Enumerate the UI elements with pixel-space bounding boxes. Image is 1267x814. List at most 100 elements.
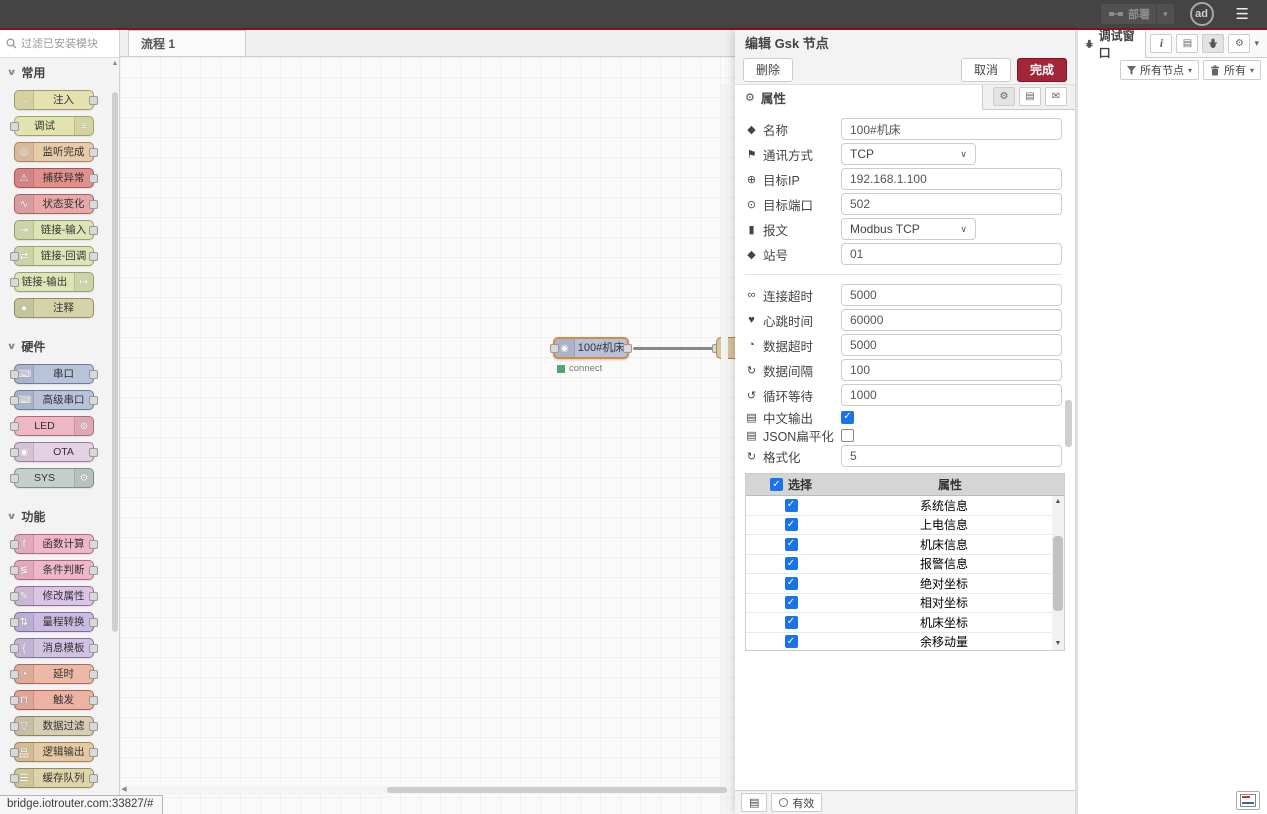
table-row[interactable]: ✓ 绝对坐标 <box>746 574 1052 594</box>
palette-node[interactable]: → 注入 <box>14 90 94 110</box>
node-output-port[interactable] <box>623 344 632 353</box>
palette-node[interactable]: ☰ 缓存队列 <box>14 768 94 788</box>
palette-node[interactable]: ◉ OTA <box>14 442 94 462</box>
palette-node[interactable]: ⇥ 链接-输入 <box>14 220 94 240</box>
palette-node[interactable]: 品 逻辑输出 <box>14 742 94 762</box>
palette-scroll-thumb[interactable] <box>112 92 118 632</box>
tray-scrollbar[interactable] <box>1065 190 1072 750</box>
row-checkbox[interactable]: ✓ <box>785 635 798 648</box>
field-input[interactable] <box>841 118 1062 140</box>
row-checkbox[interactable]: ✓ <box>785 499 798 512</box>
tab-debug[interactable]: 调试窗口 <box>1078 30 1146 58</box>
palette-node[interactable]: ◔ 延时 <box>14 664 94 684</box>
field-checkbox[interactable] <box>841 429 854 442</box>
field-input[interactable] <box>841 334 1062 356</box>
scroll-up-icon[interactable]: ▲ <box>111 60 119 67</box>
palette-node[interactable]: ≶ 条件判断 <box>14 560 94 580</box>
table-scroll-thumb[interactable] <box>1053 536 1063 611</box>
row-checkbox[interactable]: ✓ <box>785 557 798 570</box>
cancel-button[interactable]: 取消 <box>961 58 1011 82</box>
row-checkbox[interactable]: ✓ <box>785 518 798 531</box>
appearance-icon-button[interactable]: ✉ <box>1045 87 1067 106</box>
info-icon-button[interactable]: i <box>1150 34 1172 53</box>
scroll-down-icon[interactable]: ▼ <box>1052 638 1064 650</box>
properties-icon-button[interactable]: ⚙ <box>993 87 1015 106</box>
select-all-checkbox[interactable]: ✓ <box>770 478 783 491</box>
help-icon-button[interactable]: ▤ <box>1176 34 1198 53</box>
palette-node[interactable]: ⊓ 触发 <box>14 690 94 710</box>
done-button[interactable]: 完成 <box>1017 58 1067 82</box>
row-checkbox[interactable]: ✓ <box>785 577 798 590</box>
sidebar-menu-caret[interactable]: ▾ <box>1250 38 1263 49</box>
palette-node[interactable]: ◎ 监听完成 <box>14 142 94 162</box>
wire[interactable] <box>633 347 718 350</box>
palette-node[interactable]: ⚠ 捕获异常 <box>14 168 94 188</box>
toggle-panel-button[interactable] <box>1236 791 1260 810</box>
settings-icon-button[interactable]: ⚙ <box>1228 34 1250 53</box>
tab-flow-1[interactable]: 流程 1 <box>128 30 246 56</box>
palette-node[interactable]: ● 注释 <box>14 298 94 318</box>
delete-button[interactable]: 删除 <box>743 58 793 82</box>
canvas-scroll-thumb[interactable] <box>387 787 727 793</box>
canvas-horizontal-scrollbar[interactable]: ◀ <box>120 786 728 794</box>
palette-node[interactable]: ⚙ SYS <box>14 468 94 488</box>
field-select[interactable]: TCP∨ <box>841 143 976 165</box>
palette-node[interactable]: ⌨ 串口 <box>14 364 94 384</box>
scroll-up-icon[interactable]: ▲ <box>1052 496 1064 508</box>
tab-properties[interactable]: ⚙ 属性 <box>735 85 983 110</box>
palette-node[interactable]: ↦ 链接-输出 <box>14 272 94 292</box>
field-select[interactable]: Modbus TCP∨ <box>841 218 976 240</box>
palette-node[interactable]: ⌨ 高级串口 <box>14 390 94 410</box>
tray-scroll-thumb[interactable] <box>1065 400 1072 447</box>
palette-section-header[interactable]: ∨ 功能 <box>0 504 111 528</box>
table-row[interactable]: ✓ 系统信息 <box>746 496 1052 516</box>
palette-search[interactable] <box>0 30 119 58</box>
table-row[interactable]: ✓ 机床信息 <box>746 535 1052 555</box>
palette-node[interactable]: ∿ 状态变化 <box>14 194 94 214</box>
row-checkbox[interactable]: ✓ <box>785 616 798 629</box>
field-input[interactable] <box>841 193 1062 215</box>
table-row[interactable]: ✓ 相对坐标 <box>746 594 1052 614</box>
row-checkbox[interactable]: ✓ <box>785 596 798 609</box>
field-input[interactable] <box>841 384 1062 406</box>
debug-icon-button[interactable] <box>1202 34 1224 53</box>
flow-node-gsk[interactable]: ◉ 100#机床 <box>553 337 629 359</box>
deploy-options-caret[interactable]: ▾ <box>1156 4 1174 24</box>
node-input-port[interactable] <box>550 344 559 353</box>
deploy-button[interactable]: 部署 ▾ <box>1101 4 1174 24</box>
field-checkbox[interactable]: ✓ <box>841 411 854 424</box>
palette-node[interactable]: f 函数计算 <box>14 534 94 554</box>
palette-node[interactable]: ▽ 数据过滤 <box>14 716 94 736</box>
table-scrollbar[interactable]: ▲ ▼ <box>1052 496 1064 650</box>
scroll-left-icon[interactable]: ◀ <box>120 786 128 794</box>
field-input[interactable] <box>841 284 1062 306</box>
field-input[interactable] <box>841 309 1062 331</box>
palette-node[interactable]: ✎ 修改属性 <box>14 586 94 606</box>
palette-section-header[interactable]: ∨ 常用 <box>0 60 111 84</box>
palette-node[interactable]: ⇅ 量程转换 <box>14 612 94 632</box>
table-row[interactable]: ✓ 报警信息 <box>746 555 1052 575</box>
main-menu-icon[interactable]: ☰ <box>1230 5 1255 23</box>
palette-section-header[interactable]: ∨ 硬件 <box>0 334 111 358</box>
field-input[interactable] <box>841 359 1062 381</box>
palette-node[interactable]: ⊚ LED <box>14 416 94 436</box>
enabled-toggle-button[interactable]: 有效 <box>771 793 822 812</box>
row-checkbox[interactable]: ✓ <box>785 538 798 551</box>
palette-node[interactable]: ≡ 调试 <box>14 116 94 136</box>
clear-messages-button[interactable]: 所有 ▾ <box>1203 60 1261 80</box>
description-icon-button[interactable]: ▤ <box>1019 87 1041 106</box>
palette-node[interactable]: ⇄ 链接-回调 <box>14 246 94 266</box>
table-row[interactable]: ✓ 上电信息 <box>746 516 1052 536</box>
palette-scrollbar[interactable]: ▲ ▼ <box>111 58 119 814</box>
palette-search-input[interactable] <box>21 38 107 50</box>
field-input[interactable] <box>841 445 1062 467</box>
palette-node[interactable]: { 消息模板 <box>14 638 94 658</box>
field-input[interactable] <box>841 243 1062 265</box>
canvas-vertical-scrollbar[interactable] <box>721 84 728 814</box>
field-input[interactable] <box>841 168 1062 190</box>
node-help-button[interactable]: ▤ <box>741 793 767 812</box>
table-row[interactable]: ✓ 余移动量 <box>746 633 1052 652</box>
user-avatar[interactable]: ad <box>1190 2 1214 26</box>
filter-nodes-button[interactable]: 所有节点 ▾ <box>1120 60 1199 80</box>
table-row[interactable]: ✓ 机床坐标 <box>746 613 1052 633</box>
